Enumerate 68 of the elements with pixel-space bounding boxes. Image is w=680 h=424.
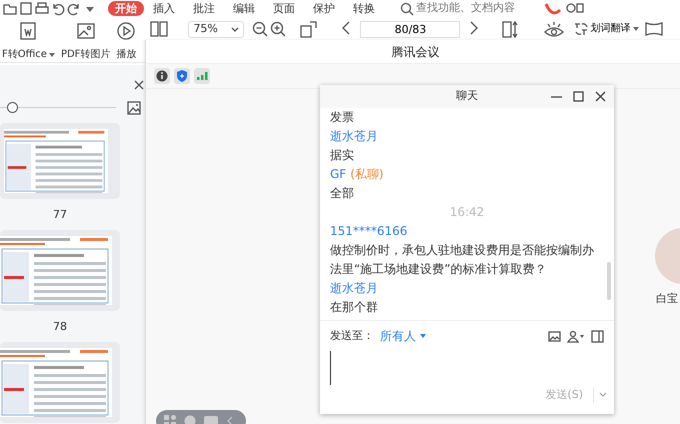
message-text: 在那个群: [330, 299, 379, 316]
image-icon[interactable]: [548, 330, 561, 342]
translate-icon: [574, 22, 588, 35]
toolbar-button[interactable]: F转Office: [0, 21, 57, 62]
fit-height-icon[interactable]: [502, 21, 518, 38]
rotate-icon[interactable]: [300, 21, 318, 38]
caret-icon: [420, 334, 426, 338]
maximize-icon[interactable]: [571, 88, 586, 104]
screenshot-icon[interactable]: [591, 330, 604, 342]
window-title: 腾讯会议: [392, 44, 440, 60]
page-number: 77: [52, 207, 68, 223]
message-text: 全部: [330, 185, 355, 202]
mention-icon[interactable]: [567, 330, 585, 342]
timestamp: 16:42: [450, 205, 484, 219]
window-title: 聊天: [456, 88, 478, 104]
play-icon: [116, 21, 136, 41]
page-thumbnail[interactable]: [0, 123, 120, 199]
recipient-dropdown[interactable]: 所有人: [380, 327, 426, 345]
logo-icon: [544, 2, 584, 16]
menu-tab[interactable]: 保护: [304, 1, 344, 16]
search-icon: [400, 2, 414, 16]
sender-name: GF: [330, 167, 346, 181]
page-field[interactable]: 80/83: [360, 21, 460, 38]
scrollbar-thumb[interactable]: [607, 262, 611, 300]
caret-icon: [231, 26, 240, 32]
next-icon[interactable]: [470, 21, 478, 35]
close-icon[interactable]: [134, 80, 144, 90]
zoom-in-icon[interactable]: [270, 21, 286, 37]
message-text: 做控制价时，承包人驻地建设费用是否能按编制办法里“施工场地建设费”的标准计算取费？: [330, 242, 595, 278]
menu-tab[interactable]: 开始: [108, 1, 144, 16]
save-icon[interactable]: [18, 1, 34, 16]
menu-tab[interactable]: 转换: [344, 1, 384, 16]
book-icon[interactable]: [150, 21, 168, 37]
caret-icon[interactable]: [598, 391, 608, 399]
file-convert-icon: [18, 21, 38, 41]
menu-tab[interactable]: 批注: [184, 1, 224, 16]
message-text: 发票: [330, 109, 355, 126]
menu-tab[interactable]: 插入: [144, 1, 184, 16]
eye-icon[interactable]: [544, 21, 564, 37]
image-icon[interactable]: [127, 101, 141, 115]
sender-name: 逝水苍月: [330, 280, 379, 297]
page-number: 78: [52, 319, 68, 335]
private-tag: (私聊): [350, 167, 384, 181]
toolbar-button[interactable]: PDF转图片: [58, 21, 112, 62]
participant-name: 白宝: [656, 291, 678, 307]
translate-button[interactable]: 划词翻译: [574, 21, 640, 36]
send-to-label: 发送至：: [330, 328, 374, 344]
page-thumbnail[interactable]: [0, 342, 120, 423]
slider-handle[interactable]: [7, 102, 18, 113]
crop-icon[interactable]: [645, 21, 664, 37]
menu-tab[interactable]: 编辑: [224, 1, 264, 16]
page-thumbnail[interactable]: [0, 230, 120, 311]
signal-icon[interactable]: [194, 68, 210, 84]
menu-tab[interactable]: 页面: [264, 1, 304, 16]
info-icon[interactable]: [154, 68, 170, 84]
image-icon: [76, 21, 96, 41]
zoom-out-icon[interactable]: [252, 21, 268, 37]
close-icon[interactable]: [593, 88, 608, 104]
zoom-dropdown[interactable]: 75%: [188, 21, 244, 38]
print-icon[interactable]: [34, 1, 50, 16]
sender-name: 151****6166: [330, 223, 408, 240]
shield-icon[interactable]: [174, 68, 190, 84]
caret-icon: [633, 26, 640, 30]
search-field[interactable]: 查找功能、文档内容: [414, 0, 524, 17]
previous-icon[interactable]: [342, 21, 350, 35]
sender-name: 逝水苍月: [330, 128, 379, 145]
toolbar-button[interactable]: 播放: [114, 21, 138, 62]
message-text: 据实: [330, 147, 355, 164]
